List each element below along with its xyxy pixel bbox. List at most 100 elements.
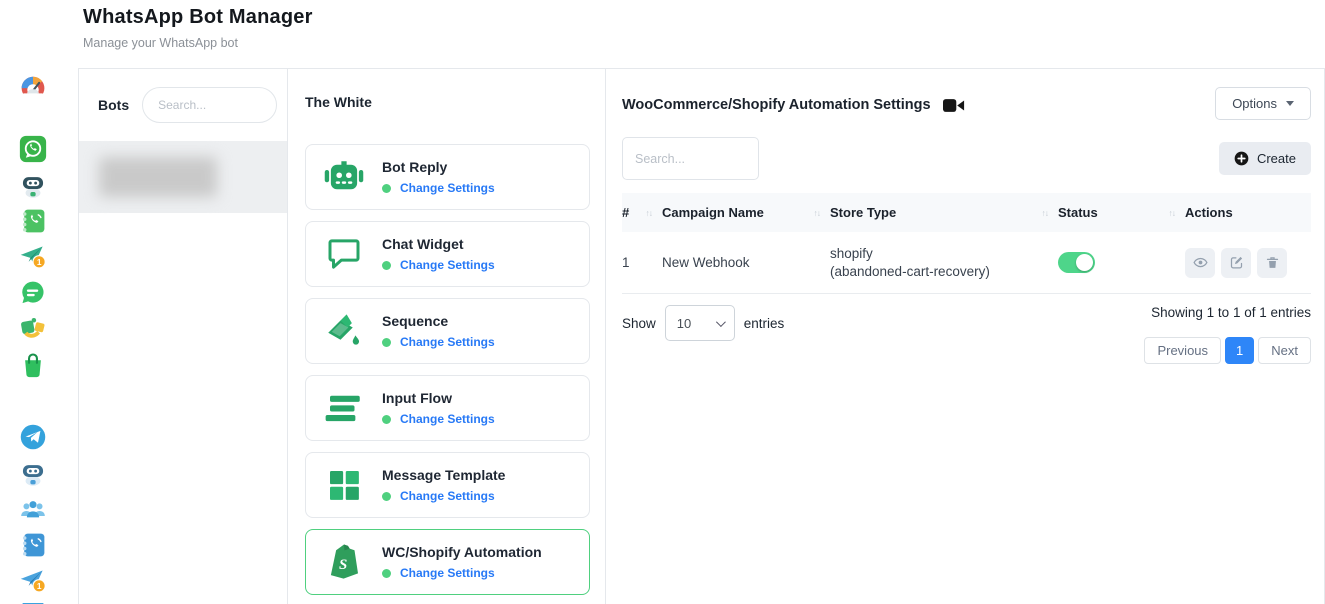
trash-icon [1265, 255, 1280, 270]
change-settings-link[interactable]: Change Settings [400, 258, 495, 272]
show-label: Show [622, 316, 656, 331]
chevron-down-icon [1286, 101, 1294, 106]
telegram-icon[interactable] [19, 423, 47, 451]
status-dot [382, 261, 391, 270]
svg-text:1: 1 [37, 257, 42, 267]
shop-icon[interactable] [19, 351, 47, 379]
table-header-row: #↑↓ Campaign Name↑↓ Store Type↑↓ Status↑… [622, 193, 1311, 232]
page-size-value: 10 [677, 316, 691, 331]
svg-text:1: 1 [37, 581, 42, 591]
whatsapp-bot-icon[interactable] [19, 171, 47, 199]
cell-status [1058, 252, 1185, 273]
robot-icon [320, 156, 368, 198]
column-header-store-type[interactable]: Store Type↑↓ [830, 205, 1058, 220]
cell-actions [1185, 248, 1311, 278]
bot-name-redacted [99, 157, 217, 197]
bot-settings-panel: The White Bot Reply Change Settings Chat… [288, 69, 606, 604]
bars-icon [320, 387, 368, 429]
status-dot [382, 569, 391, 578]
card-label: Message Template [382, 467, 505, 483]
selected-bot-name: The White [305, 94, 590, 110]
edit-button[interactable] [1221, 248, 1251, 278]
bots-panel-header: Bots [79, 69, 287, 141]
telegram-group-icon[interactable] [19, 495, 47, 523]
grid-icon [320, 464, 368, 506]
eye-icon [1193, 255, 1208, 270]
dashboard-gauge-icon[interactable] [19, 75, 47, 103]
table-row: 1 New Webhook shopify (abandoned-cart-re… [622, 232, 1311, 294]
previous-page-button[interactable]: Previous [1144, 337, 1221, 364]
options-button-label: Options [1232, 96, 1277, 111]
bots-panel: Bots [79, 69, 288, 604]
change-settings-link[interactable]: Change Settings [400, 335, 495, 349]
table-search-input[interactable] [622, 137, 759, 180]
card-wc-shopify-automation[interactable]: S WC/Shopify Automation Change Settings [305, 529, 590, 595]
pagination: Previous 1 Next [1144, 337, 1311, 364]
integration-icon[interactable] [19, 315, 47, 343]
bots-label: Bots [98, 97, 129, 113]
card-label: WC/Shopify Automation [382, 544, 542, 560]
whatsapp-broadcast-icon[interactable]: 1 [19, 243, 47, 271]
status-toggle[interactable] [1058, 252, 1095, 273]
column-header-index[interactable]: #↑↓ [622, 205, 662, 220]
cell-campaign-name: New Webhook [662, 255, 830, 270]
app-icon-rail: 1 1 [0, 0, 66, 604]
bot-list-item-selected[interactable] [79, 141, 287, 213]
current-page-button[interactable]: 1 [1225, 337, 1254, 364]
telegram-bot-icon[interactable] [19, 459, 47, 487]
cell-index: 1 [622, 255, 662, 270]
sort-icon: ↑↓ [814, 208, 821, 218]
entries-label: entries [744, 316, 785, 331]
card-input-flow[interactable]: Input Flow Change Settings [305, 375, 590, 441]
telegram-contacts-icon[interactable] [19, 531, 47, 559]
column-header-actions: Actions [1185, 205, 1311, 220]
cell-store-type: shopify (abandoned-cart-recovery) [830, 246, 1058, 279]
plus-circle-icon [1234, 151, 1249, 166]
card-bot-reply[interactable]: Bot Reply Change Settings [305, 144, 590, 210]
toggle-knob [1076, 254, 1093, 271]
chat-bubble-icon [320, 233, 368, 275]
status-dot [382, 184, 391, 193]
card-label: Chat Widget [382, 236, 495, 252]
page-size-control: Show 10 entries [622, 305, 784, 341]
card-chat-widget[interactable]: Chat Widget Change Settings [305, 221, 590, 287]
delete-button[interactable] [1257, 248, 1287, 278]
page-header: WhatsApp Bot Manager Manage your WhatsAp… [83, 6, 313, 50]
chevron-down-icon [716, 317, 726, 327]
table-toolbar: Create [622, 137, 1311, 180]
create-button[interactable]: Create [1219, 142, 1311, 175]
card-label: Input Flow [382, 390, 495, 406]
whatsapp-chat-icon[interactable] [19, 279, 47, 307]
column-header-status[interactable]: Status↑↓ [1058, 205, 1185, 220]
video-tutorial-icon[interactable] [943, 98, 965, 113]
page-subtitle: Manage your WhatsApp bot [83, 36, 313, 50]
change-settings-link[interactable]: Change Settings [400, 489, 495, 503]
shopify-icon: S [320, 541, 368, 583]
showing-entries-text: Showing 1 to 1 of 1 entries [1151, 305, 1311, 320]
sort-icon: ↑↓ [1042, 208, 1049, 218]
change-settings-link[interactable]: Change Settings [400, 412, 495, 426]
main-container: Bots The White Bot Reply Change Settings [78, 68, 1325, 604]
telegram-broadcast-icon[interactable]: 1 [19, 567, 47, 595]
whatsapp-icon[interactable] [19, 135, 47, 163]
card-message-template[interactable]: Message Template Change Settings [305, 452, 590, 518]
page-size-select[interactable]: 10 [665, 305, 735, 341]
card-sequence[interactable]: Sequence Change Settings [305, 298, 590, 364]
column-header-campaign-name[interactable]: Campaign Name↑↓ [662, 205, 830, 220]
change-settings-link[interactable]: Change Settings [400, 181, 495, 195]
paint-bucket-icon [320, 310, 368, 352]
edit-icon [1229, 255, 1244, 270]
whatsapp-bot-manager-app: 1 1 WhatsApp Bot Manager [0, 0, 1325, 604]
status-dot [382, 492, 391, 501]
options-button[interactable]: Options [1215, 87, 1311, 120]
table-footer: Show 10 entries Showing 1 to 1 of 1 entr… [622, 305, 1311, 364]
automation-settings-panel: WooCommerce/Shopify Automation Settings … [606, 69, 1324, 604]
view-button[interactable] [1185, 248, 1215, 278]
next-page-button[interactable]: Next [1258, 337, 1311, 364]
bots-search-input[interactable] [142, 87, 277, 123]
settings-title: WooCommerce/Shopify Automation Settings [622, 97, 931, 113]
whatsapp-contacts-icon[interactable] [19, 207, 47, 235]
change-settings-link[interactable]: Change Settings [400, 566, 495, 580]
page-title: WhatsApp Bot Manager [83, 6, 313, 29]
svg-text:S: S [339, 557, 347, 573]
